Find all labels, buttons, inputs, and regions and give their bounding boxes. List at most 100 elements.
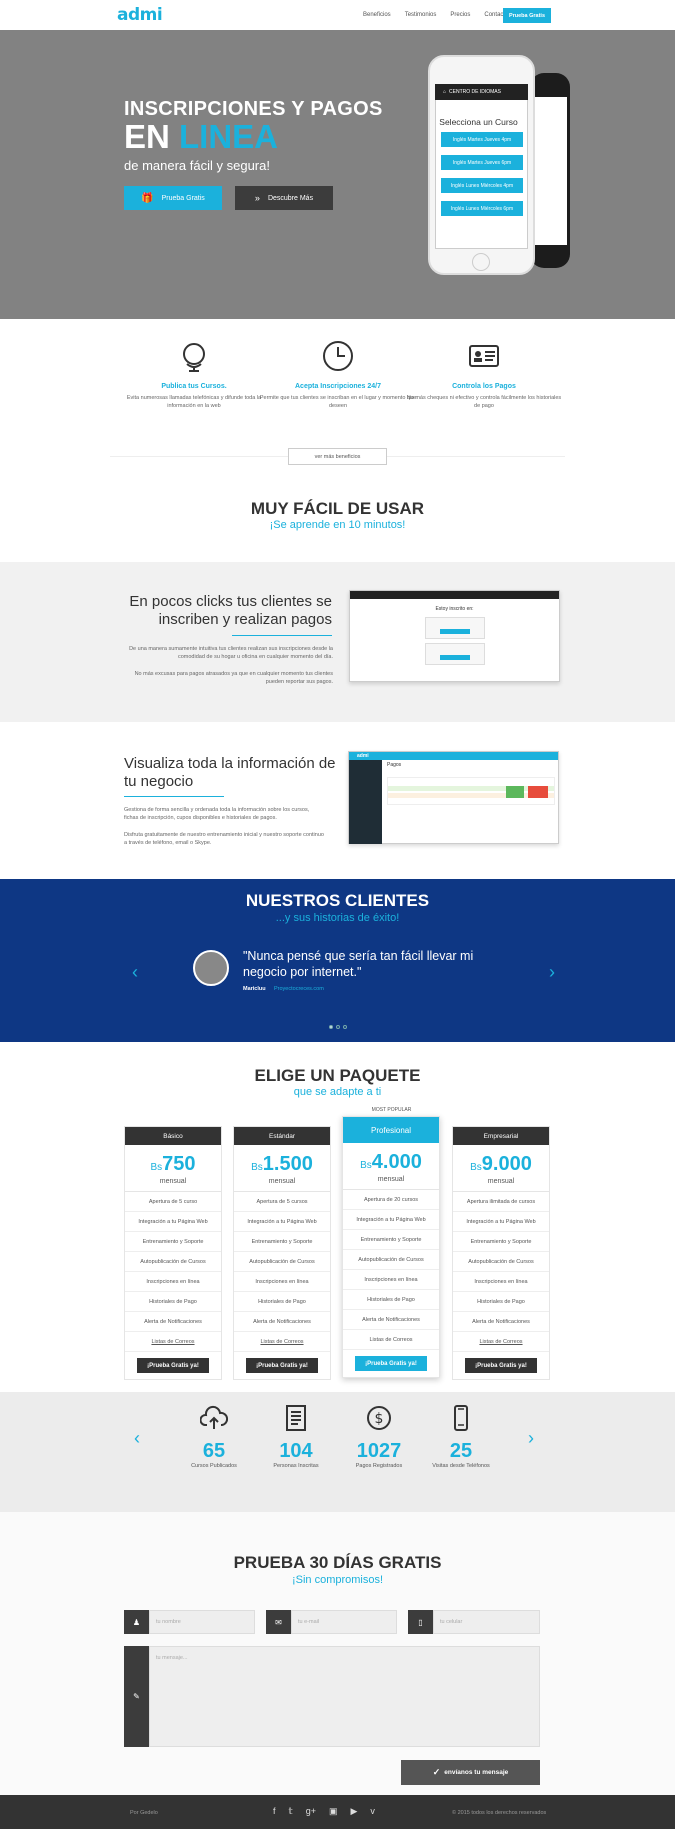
chevron-right-icon[interactable]: ›	[528, 1428, 534, 1449]
name-field[interactable]: ♟ tu nombre	[124, 1610, 255, 1634]
phone-course-button[interactable]: Inglés Lunes Miércoles 6pm	[441, 201, 523, 216]
hero-discover-button[interactable]: » Descubre Más	[235, 186, 333, 210]
google-plus-icon[interactable]: g+	[306, 1806, 316, 1817]
phone-course-button[interactable]: Inglés Martes Jueves 4pm	[441, 132, 523, 147]
stat-number: 104	[279, 1440, 313, 1462]
document-icon	[286, 1405, 306, 1431]
feature-desc: No más cheques ni efectivo y controla fá…	[406, 395, 562, 409]
plan-amount: 750	[162, 1153, 196, 1175]
plan-amount: 1.500	[262, 1153, 313, 1175]
plan-item: Entrenamiento y Soporte	[125, 1232, 221, 1252]
plan-item: Autopublicación de Cursos	[343, 1250, 439, 1270]
twitter-icon[interactable]: 𝕥	[289, 1806, 293, 1817]
plan-cta-button[interactable]: ¡Prueba Gratis ya!	[246, 1358, 318, 1373]
plan-estandar: Estándar Bs1.500 mensual Apertura de 5 c…	[233, 1126, 331, 1380]
testimonial-quote: "Nunca pensé que sería tan fácil llevar …	[243, 949, 474, 979]
phone-course-button[interactable]: Inglés Lunes Miércoles 4pm	[441, 178, 523, 193]
message-input[interactable]: tu mensaje...	[149, 1646, 540, 1747]
phone-course-button[interactable]: Inglés Martes Jueves 6pm	[441, 155, 523, 170]
block1-p2: No más excusas para pagos atrasados ya q…	[134, 671, 333, 685]
stat-label: Pagos Registrados	[355, 1463, 403, 1469]
plan-cta-button[interactable]: ¡Prueba Gratis ya!	[355, 1356, 427, 1371]
phone-app-title: CENTRO DE IDIOMAS	[449, 89, 501, 95]
block2-underline	[124, 796, 224, 797]
testimonial-company[interactable]: Proyectocreces.com	[274, 986, 324, 992]
plan-price: Bs750	[125, 1153, 221, 1176]
plan-amount: 4.000	[371, 1151, 422, 1173]
plan-price: Bs1.500	[234, 1153, 330, 1176]
hero	[0, 30, 675, 319]
plan-cta-button[interactable]: ¡Prueba Gratis ya!	[137, 1358, 209, 1373]
phone-mockup: ⌂ CENTRO DE IDIOMAS Selecciona un Curso I…	[428, 55, 535, 275]
hero-trial-label: Prueba Gratis	[161, 194, 205, 202]
name-input[interactable]: tu nombre	[149, 1610, 255, 1634]
check-icon: ✓	[432, 1767, 441, 1777]
send-message-button[interactable]: ✓ envíanos tu mensaje	[401, 1760, 540, 1785]
chevron-right-icon[interactable]: ›	[549, 962, 555, 983]
carousel-dot[interactable]	[329, 1025, 333, 1029]
feature-payments: Controla los Pagos No más cheques ni efe…	[404, 340, 564, 410]
mock-title: Estoy inscrito en:	[435, 606, 474, 612]
mock-card	[424, 643, 485, 665]
edit-icon: ✎	[124, 1646, 149, 1747]
trial-title: PRUEBA 30 DÍAS GRATIS	[233, 1553, 442, 1572]
youtube-icon[interactable]: ▶	[351, 1806, 358, 1817]
plan-price: Bs9.000	[453, 1153, 549, 1176]
feature-title: Acepta Inscripciones 24/7	[295, 383, 381, 390]
plan-period: mensual	[453, 1178, 549, 1192]
nav-link-testimonios[interactable]: Testimonios	[405, 12, 437, 18]
message-field[interactable]: ✎ tu mensaje...	[124, 1646, 540, 1747]
plan-empresarial: Empresarial Bs9.000 mensual Apertura ili…	[452, 1126, 550, 1380]
plan-item: Integración a tu Página Web	[453, 1212, 549, 1232]
vimeo-icon[interactable]: v	[370, 1806, 375, 1817]
plan-name: Estándar	[234, 1127, 330, 1145]
nav-link-beneficios[interactable]: Beneficios	[363, 12, 391, 18]
plan-item: Historiales de Pago	[343, 1290, 439, 1310]
plan-cta-button[interactable]: ¡Prueba Gratis ya!	[465, 1358, 537, 1373]
footer-copyright: © 2015 todos los derechos reservados	[452, 1810, 547, 1816]
chevron-left-icon[interactable]: ‹	[132, 962, 138, 983]
stats-section	[0, 1392, 675, 1512]
plan-item: Apertura de 20 cursos	[343, 1190, 439, 1210]
nav-cta-button[interactable]: Prueba Gratis	[503, 8, 551, 23]
plan-item: Apertura de 5 cursos	[234, 1192, 330, 1212]
plan-item: Apertura de 5 curso	[125, 1192, 221, 1212]
avatar	[193, 950, 229, 986]
plan-item: Alerta de Notificaciones	[453, 1312, 549, 1332]
instagram-icon[interactable]: ▣	[329, 1806, 338, 1817]
hero-trial-button[interactable]: 🎁 Prueba Gratis	[124, 186, 222, 210]
stat-number: 1027	[356, 1440, 402, 1462]
hero-title-en: EN	[124, 118, 180, 155]
phone-input[interactable]: tu celular	[433, 1610, 540, 1634]
facebook-icon[interactable]: f	[273, 1806, 276, 1817]
block1-screenshot: Estoy inscrito en:	[349, 590, 560, 682]
mock-header: Pagos	[387, 762, 402, 768]
carousel-dot[interactable]	[336, 1025, 340, 1029]
plan-item: Inscripciones en línea	[453, 1272, 549, 1292]
feature-publish: Publica tus Cursos. Evita numerosas llam…	[114, 340, 274, 410]
email-field[interactable]: ✉ tu e-mail	[266, 1610, 397, 1634]
block1-title: En pocos clicks tus clientes se inscribe…	[129, 593, 332, 628]
pricing-title: ELIGE UN PAQUETE	[254, 1066, 421, 1085]
plan-item: Alerta de Notificaciones	[234, 1312, 330, 1332]
nav-link-precios[interactable]: Precios	[450, 12, 470, 18]
svg-text:$: $	[375, 1411, 384, 1427]
feature-title: Publica tus Cursos.	[161, 383, 227, 390]
email-input[interactable]: tu e-mail	[291, 1610, 397, 1634]
phone-screen-title: Selecciona un Curso	[439, 117, 518, 127]
plan-period: mensual	[125, 1178, 221, 1192]
phone-field[interactable]: ▯ tu celular	[408, 1610, 540, 1634]
more-benefits-button[interactable]: ver más beneficios	[288, 448, 387, 465]
hero-title-linea: LINEA	[179, 118, 279, 155]
plan-item: Entrenamiento y Soporte	[234, 1232, 330, 1252]
hero-title-line2: EN LINEA	[124, 118, 278, 156]
plan-item: Autopublicación de Cursos	[234, 1252, 330, 1272]
plan-item: Historiales de Pago	[125, 1292, 221, 1312]
block2-p1: Gestiona de forma sencilla y ordenada to…	[124, 807, 310, 821]
chevron-left-icon[interactable]: ‹	[134, 1428, 140, 1449]
trial-subtitle: ¡Sin compromisos!	[291, 1574, 384, 1586]
logo[interactable]: admi	[117, 5, 163, 25]
plan-item: Integración a tu Página Web	[234, 1212, 330, 1232]
carousel-dot[interactable]	[343, 1025, 347, 1029]
block1-p1: De una manera sumamente intuitiva tus cl…	[129, 646, 333, 660]
